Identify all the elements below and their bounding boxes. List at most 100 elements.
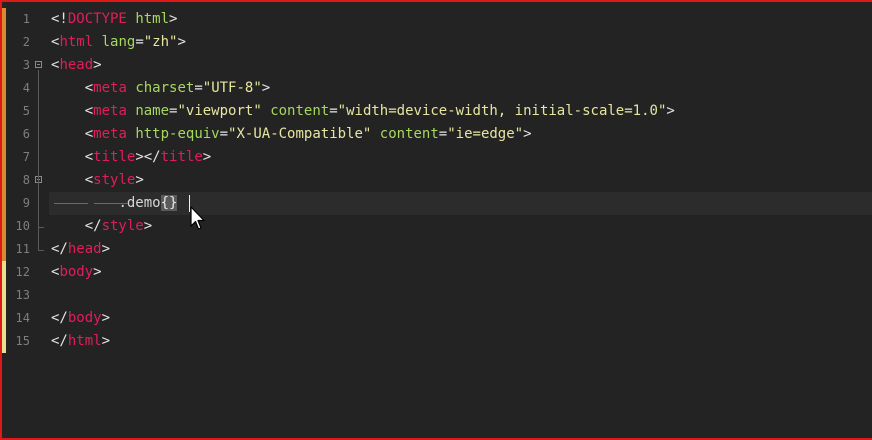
- token: </: [51, 241, 68, 257]
- line-number: 4: [22, 81, 30, 95]
- code-text[interactable]: </style>: [49, 215, 872, 238]
- token: </: [51, 218, 102, 234]
- fold-toggle-icon[interactable]: [35, 61, 42, 68]
- token: <: [51, 103, 94, 119]
- token: name: [135, 103, 170, 119]
- token: <: [51, 172, 94, 188]
- token: title: [160, 149, 203, 165]
- token: html: [59, 34, 94, 50]
- token: "viewport": [177, 103, 262, 119]
- code-text[interactable]: </html>: [49, 330, 872, 353]
- code-line[interactable]: 15 </html>: [2, 330, 872, 353]
- code-line[interactable]: 12 <body>: [2, 261, 872, 284]
- token: content: [270, 103, 330, 119]
- code-text[interactable]: <!DOCTYPE html>: [49, 8, 872, 31]
- token: title: [93, 149, 136, 165]
- token: </: [51, 310, 68, 326]
- token: }: [169, 195, 178, 211]
- token: >: [169, 11, 178, 27]
- line-number: 8: [22, 173, 30, 187]
- code-line[interactable]: 2 <html lang="zh">: [2, 31, 872, 54]
- token: html: [135, 11, 170, 27]
- code-text[interactable]: <meta charset="UTF-8">: [49, 77, 872, 100]
- token: style: [101, 218, 144, 234]
- token: meta: [93, 103, 127, 119]
- line-number: 1: [22, 12, 30, 26]
- code-line[interactable]: 3 <head>: [2, 54, 872, 77]
- code-line[interactable]: 10 </style>: [2, 215, 872, 238]
- token: head: [59, 57, 94, 73]
- mouse-pointer-icon: [190, 206, 205, 230]
- token: "X-UA-Compatible": [228, 126, 372, 142]
- token: <: [51, 149, 94, 165]
- line-number: 13: [15, 288, 30, 302]
- code-text[interactable]: <html lang="zh">: [49, 31, 872, 54]
- code-text[interactable]: </body>: [49, 307, 872, 330]
- line-number: 14: [15, 311, 30, 325]
- line-number: 15: [15, 334, 30, 348]
- line-number: 12: [15, 265, 30, 279]
- code-text[interactable]: <meta http-equiv="X-UA-Compatible" conte…: [49, 123, 872, 146]
- line-number: 2: [22, 35, 30, 49]
- token: meta: [93, 80, 127, 96]
- token: >: [523, 126, 532, 142]
- token: "width=device-width, initial-scale=1.0": [337, 103, 667, 119]
- code-line[interactable]: 8 <style>: [2, 169, 872, 192]
- token: {: [160, 195, 170, 211]
- token: meta: [93, 126, 127, 142]
- line-number: 6: [22, 127, 30, 141]
- code-text[interactable]: <head>: [49, 54, 872, 77]
- token: "zh": [143, 34, 178, 50]
- token: >: [93, 57, 102, 73]
- code-line[interactable]: 9 .demo{}: [2, 192, 872, 215]
- token: body: [67, 310, 102, 326]
- token: >: [202, 149, 212, 165]
- token: style: [93, 172, 136, 188]
- fold-guide-end: [38, 250, 44, 251]
- line-number: 11: [15, 242, 30, 256]
- token: DOCTYPE: [67, 11, 127, 27]
- code-text[interactable]: </head>: [49, 238, 872, 261]
- code-text[interactable]: [49, 284, 872, 307]
- token: ></: [135, 149, 161, 165]
- token: head: [67, 241, 102, 257]
- tab-indicator: [94, 203, 128, 204]
- token: >: [261, 80, 271, 96]
- token: http-equiv: [135, 126, 220, 142]
- code-text[interactable]: <style>: [49, 169, 872, 192]
- code-line[interactable]: 1 <!DOCTYPE html>: [2, 8, 872, 31]
- code-line[interactable]: 4 <meta charset="UTF-8">: [2, 77, 872, 100]
- code-line[interactable]: 7 <title></title>: [2, 146, 872, 169]
- tab-indicator: [54, 203, 88, 204]
- line-number: 7: [22, 150, 30, 164]
- line-number: 3: [22, 58, 30, 72]
- code-text[interactable]: <meta name="viewport" content="width=dev…: [49, 100, 872, 123]
- code-text[interactable]: .demo{}: [49, 192, 872, 215]
- code-line[interactable]: 6 <meta http-equiv="X-UA-Compatible" con…: [2, 123, 872, 146]
- token: >: [101, 310, 111, 326]
- token: =: [219, 126, 229, 142]
- token: <!: [51, 11, 68, 27]
- code-line[interactable]: 13: [2, 284, 872, 307]
- code-text[interactable]: <body>: [49, 261, 872, 284]
- code-editor[interactable]: 1 <!DOCTYPE html> 2 <html lang="zh"> 3 <head>…: [0, 0, 872, 440]
- token: charset: [135, 80, 195, 96]
- line-number: 5: [22, 104, 30, 118]
- code-text[interactable]: <title></title>: [49, 146, 872, 169]
- token: =: [135, 34, 144, 50]
- token: <: [51, 80, 94, 96]
- token: "UTF-8": [202, 80, 262, 96]
- code-line[interactable]: 14 </body>: [2, 307, 872, 330]
- token: >: [101, 333, 111, 349]
- token: <: [51, 126, 94, 142]
- code-line[interactable]: 5 <meta name="viewport" content="width=d…: [2, 100, 872, 123]
- fold-guide-end: [38, 227, 44, 228]
- token: >: [177, 34, 186, 50]
- code-line[interactable]: 11 </head>: [2, 238, 872, 261]
- token: >: [93, 264, 102, 280]
- token: =: [438, 126, 448, 142]
- token: >: [143, 218, 153, 234]
- token: >: [666, 103, 675, 119]
